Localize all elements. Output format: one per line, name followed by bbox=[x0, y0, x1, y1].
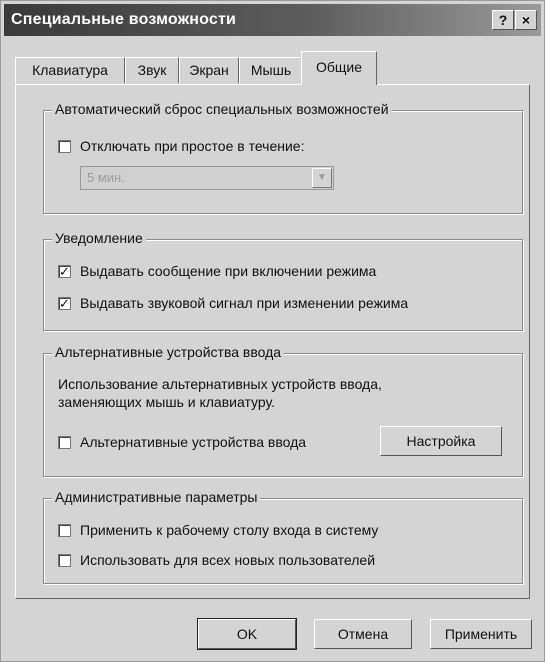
window-title: Специальные возможности bbox=[11, 11, 237, 28]
alt-input-checkbox[interactable] bbox=[58, 435, 71, 449]
close-button[interactable]: × bbox=[515, 10, 537, 30]
alt-input-group: Альтернативные устройства ввода Использо… bbox=[43, 344, 523, 477]
autoreset-checkbox-row[interactable]: Отключать при простое в течение: bbox=[58, 138, 304, 154]
tab-keyboard[interactable]: Клавиатура bbox=[15, 57, 125, 83]
sound-on-change-label: Выдавать звуковой сигнал при изменении р… bbox=[80, 295, 409, 311]
apply-new-users-label: Использовать для всех новых пользователе… bbox=[80, 552, 376, 568]
tab-sound[interactable]: Звук bbox=[125, 57, 179, 83]
alt-input-description-2: заменяющих мышь и клавиатуру. bbox=[58, 394, 275, 410]
apply-button[interactable]: Применить bbox=[430, 619, 532, 649]
autoreset-group: Автоматический сброс специальных возможн… bbox=[43, 101, 523, 214]
apply-logon-desktop-label: Применить к рабочему столу входа в систе… bbox=[80, 522, 379, 538]
admin-legend: Административные параметры bbox=[52, 489, 261, 505]
notify-on-activate-checkbox[interactable]: ✓ bbox=[58, 264, 71, 278]
alt-input-description-1: Использование альтернативных устройств в… bbox=[58, 376, 382, 392]
tab-general[interactable]: Общие bbox=[301, 51, 377, 85]
settings-button[interactable]: Настройка bbox=[380, 426, 502, 456]
help-button[interactable]: ? bbox=[492, 10, 514, 30]
tab-panel-general: Автоматический сброс специальных возможн… bbox=[15, 84, 530, 599]
autoreset-checkbox[interactable] bbox=[58, 139, 71, 153]
autoreset-legend: Автоматический сброс специальных возможн… bbox=[52, 101, 392, 117]
apply-new-users-checkbox[interactable] bbox=[58, 553, 71, 567]
apply-logon-desktop-checkbox[interactable] bbox=[58, 523, 71, 537]
apply-new-users-row[interactable]: Использовать для всех новых пользователе… bbox=[58, 552, 375, 568]
timeout-select-value: 5 мин. bbox=[87, 170, 125, 185]
alt-input-checkbox-row[interactable]: Альтернативные устройства ввода bbox=[58, 434, 306, 450]
admin-group: Административные параметры Применить к р… bbox=[43, 489, 523, 584]
accessibility-dialog: Специальные возможности ? × Клавиатура З… bbox=[0, 0, 545, 662]
ok-button[interactable]: OK bbox=[197, 618, 297, 650]
chevron-down-icon[interactable]: ▼ bbox=[312, 168, 332, 188]
sound-on-change-row[interactable]: ✓ Выдавать звуковой сигнал при изменении… bbox=[58, 295, 408, 311]
notify-on-activate-label: Выдавать сообщение при включении режима bbox=[80, 263, 377, 279]
notification-legend: Уведомление bbox=[52, 230, 146, 246]
notify-on-activate-row[interactable]: ✓ Выдавать сообщение при включении режим… bbox=[58, 263, 376, 279]
sound-on-change-checkbox[interactable]: ✓ bbox=[58, 296, 71, 310]
alt-input-checkbox-label: Альтернативные устройства ввода bbox=[80, 434, 307, 450]
tab-display[interactable]: Экран bbox=[179, 57, 239, 83]
autoreset-checkbox-label: Отключать при простое в течение: bbox=[80, 138, 305, 154]
title-bar[interactable]: Специальные возможности ? × bbox=[4, 4, 541, 36]
apply-logon-desktop-row[interactable]: Применить к рабочему столу входа в систе… bbox=[58, 522, 378, 538]
tab-mouse[interactable]: Мышь bbox=[239, 57, 303, 83]
cancel-button[interactable]: Отмена bbox=[314, 619, 412, 649]
timeout-select[interactable]: 5 мин. ▼ bbox=[80, 166, 334, 190]
alt-input-legend: Альтернативные устройства ввода bbox=[52, 344, 285, 360]
notification-group: Уведомление ✓ Выдавать сообщение при вкл… bbox=[43, 230, 523, 331]
